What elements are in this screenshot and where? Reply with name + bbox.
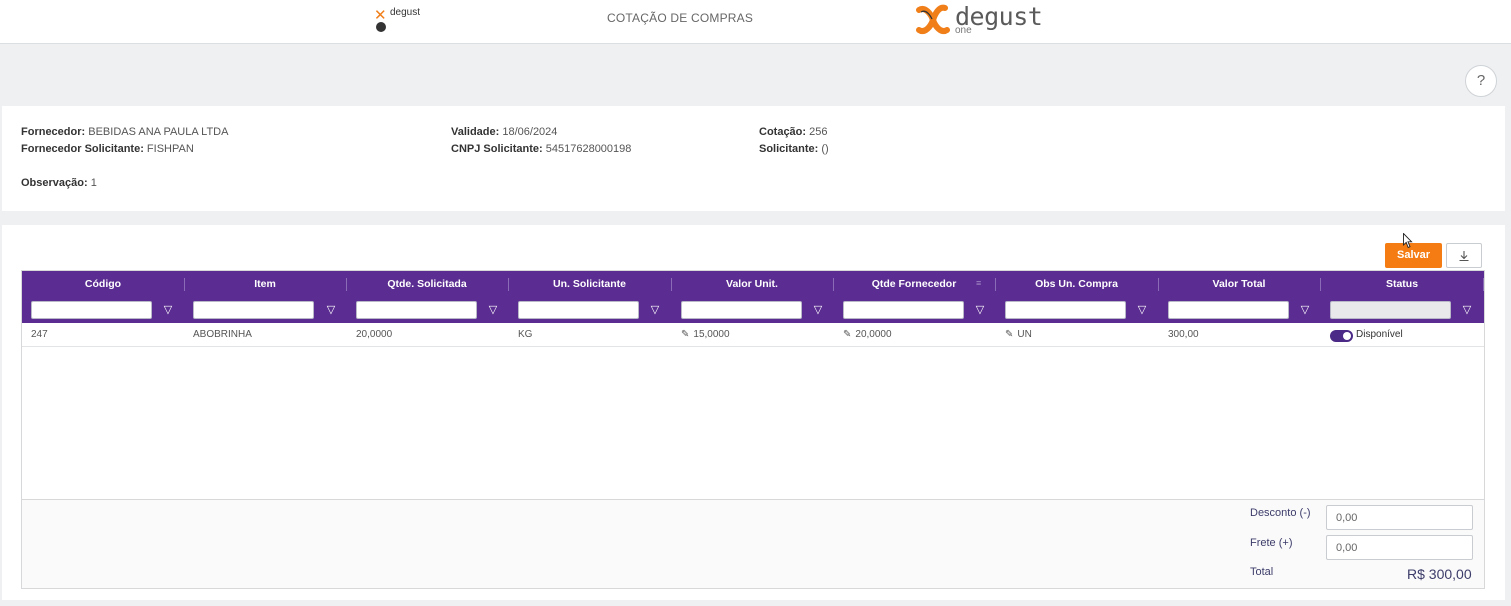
supplier-value: BEBIDAS ANA PAULA LTDA	[88, 126, 229, 138]
company-logo-name: degust	[390, 7, 421, 18]
cell-valor-unit-value: 15,0000	[693, 329, 730, 340]
status-toggle[interactable]	[1330, 330, 1353, 342]
column-separator	[1483, 278, 1484, 291]
filter-input-valor-total[interactable]	[1168, 301, 1289, 319]
items-grid: Código Item Qtde. Solicitada Un. Solicit…	[21, 270, 1485, 589]
cell-qtde-fornecedor[interactable]: ✎ 20,0000	[843, 323, 892, 347]
total-value: R$ 300,00	[1407, 566, 1472, 582]
table-row[interactable]: 247 ABOBRINHA 20,0000 KG ✎ 15,0000 ✎ 20,00…	[22, 323, 1484, 347]
filter-icon[interactable]: ▽	[163, 304, 173, 316]
column-header-qtde-solicitada[interactable]: Qtde. Solicitada	[346, 271, 508, 297]
validity-value: 18/06/2024	[502, 126, 558, 138]
cell-un-solicitante: KG	[518, 329, 533, 340]
requesting-supplier-value: FISHPAN	[146, 143, 194, 155]
observation-value: 1	[90, 177, 97, 189]
brand-logo-icon	[916, 4, 950, 34]
column-header-codigo[interactable]: Código	[22, 271, 184, 297]
freight-input[interactable]: 0,00	[1326, 535, 1473, 560]
cnpj-info: CNPJ Solicitante: 54517628000198	[451, 143, 631, 155]
filter-icon[interactable]: ▽	[650, 304, 660, 316]
discount-label: Desconto (-)	[1250, 507, 1311, 519]
top-bar: ✕ degust COTAÇÃO DE COMPRAS degust one	[0, 0, 1511, 44]
cell-valor-unit[interactable]: ✎ 15,0000	[681, 323, 730, 347]
cell-qtde-fornecedor-value: 20,0000	[855, 329, 892, 340]
requester-info: Solicitante: ()	[759, 143, 829, 155]
column-header-status[interactable]: Status	[1320, 271, 1484, 297]
cell-item: ABOBRINHA	[193, 329, 252, 340]
filter-icon[interactable]: ▽	[488, 304, 498, 316]
quotation-number-value: 256	[809, 126, 828, 138]
requesting-supplier-info: Fornecedor Solicitante: FISHPAN	[21, 143, 194, 155]
filter-icon[interactable]: ▽	[975, 304, 985, 316]
column-header-un-solicitante[interactable]: Un. Solicitante	[508, 271, 671, 297]
cell-status: Disponível	[1356, 329, 1403, 340]
brand-logo: degust one	[915, 2, 1043, 38]
page-title: COTAÇÃO DE COMPRAS	[607, 11, 754, 25]
save-button[interactable]: Salvar	[1385, 243, 1442, 268]
totals-footer: Desconto (-) 0,00 Frete (+) 0,00 Total R…	[22, 499, 1484, 588]
company-logo-person-icon	[376, 22, 386, 32]
mouse-cursor-icon	[1403, 233, 1413, 249]
validity-info: Validade: 18/06/2024	[451, 126, 557, 138]
company-logo: ✕ degust	[372, 5, 420, 33]
filter-input-item[interactable]	[193, 301, 314, 319]
column-header-qtde-fornecedor[interactable]: Qtde Fornecedor	[833, 271, 995, 297]
filter-icon[interactable]: ▽	[813, 304, 823, 316]
quotation-number-info: Cotação: 256	[759, 126, 827, 138]
company-logo-icon: ✕	[374, 7, 387, 24]
pencil-icon: ✎	[843, 329, 852, 340]
column-header-valor-total[interactable]: Valor Total	[1158, 271, 1320, 297]
filter-icon[interactable]: ▽	[1137, 304, 1147, 316]
total-label: Total	[1250, 566, 1274, 578]
filter-icon[interactable]: ▽	[1300, 304, 1310, 316]
cell-codigo: 247	[31, 329, 48, 340]
quotation-info-card: Fornecedor: BEBIDAS ANA PAULA LTDA Forne…	[2, 106, 1505, 211]
pencil-icon: ✎	[1005, 329, 1014, 340]
cell-valor-total: 300,00	[1168, 329, 1199, 340]
supplier-label: Fornecedor:	[21, 126, 86, 138]
validity-label: Validade:	[451, 126, 500, 138]
filter-icon[interactable]: ▽	[326, 304, 336, 316]
observation-label: Observação:	[21, 177, 88, 189]
supplier-info: Fornecedor: BEBIDAS ANA PAULA LTDA	[21, 126, 228, 138]
toggle-knob	[1343, 332, 1351, 340]
cnpj-label: CNPJ Solicitante:	[451, 143, 543, 155]
discount-input[interactable]: 0,00	[1326, 505, 1473, 530]
filter-input-qtde-solicitada[interactable]	[356, 301, 477, 319]
quotation-number-label: Cotação:	[759, 126, 807, 138]
filter-input-qtde-fornecedor[interactable]	[843, 301, 964, 319]
filter-input-status[interactable]	[1330, 301, 1451, 319]
requester-value: ()	[821, 143, 829, 155]
cell-obs-un-compra-value: UN	[1017, 329, 1032, 340]
filter-input-codigo[interactable]	[31, 301, 152, 319]
column-header-valor-unit[interactable]: Valor Unit.	[671, 271, 833, 297]
export-button[interactable]	[1446, 243, 1482, 268]
filter-icon[interactable]: ▽	[1462, 304, 1472, 316]
grid-header: Código Item Qtde. Solicitada Un. Solicit…	[22, 271, 1484, 323]
column-header-item[interactable]: Item	[184, 271, 346, 297]
column-menu-icon[interactable]: ≡	[976, 279, 984, 288]
filter-input-obs-un-compra[interactable]	[1005, 301, 1126, 319]
requesting-supplier-label: Fornecedor Solicitante:	[21, 143, 144, 155]
requester-label: Solicitante:	[759, 143, 819, 155]
pencil-icon: ✎	[681, 329, 690, 340]
cnpj-value: 54517628000198	[545, 143, 632, 155]
download-icon	[1459, 251, 1469, 262]
help-button[interactable]: ?	[1465, 65, 1497, 97]
brand-subtitle: one	[955, 25, 972, 36]
filter-input-valor-unit[interactable]	[681, 301, 802, 319]
freight-label: Frete (+)	[1250, 537, 1293, 549]
column-header-obs-un-compra[interactable]: Obs Un. Compra	[995, 271, 1158, 297]
cell-obs-un-compra[interactable]: ✎ UN	[1005, 323, 1032, 347]
observation-info: Observação: 1	[21, 177, 97, 189]
cell-qtde-solicitada: 20,0000	[356, 329, 393, 340]
filter-input-un-solicitante[interactable]	[518, 301, 639, 319]
